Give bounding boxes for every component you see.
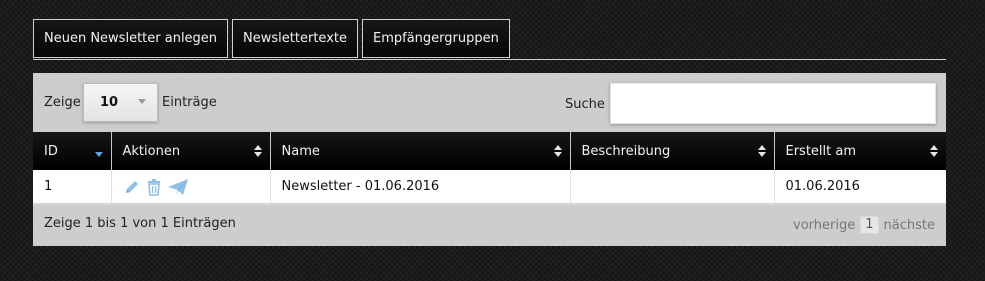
newsletter-table: ID Aktionen Name Beschreibung Erstellt a…	[33, 132, 946, 205]
newsletter-texts-button[interactable]: Newslettertexte	[232, 19, 358, 58]
table-row: 1 Newsletter - 01.06.2016 01.06.2016	[33, 170, 946, 205]
newsletter-table-panel: Zeige 10 Einträge Suche ID Aktionen Name…	[33, 73, 946, 246]
show-label: Zeige	[44, 95, 81, 110]
recipient-groups-button[interactable]: Empfängergruppen	[361, 19, 510, 58]
column-header-label: Erstellt am	[785, 143, 857, 159]
cell-name: Newsletter - 01.06.2016	[269, 170, 570, 205]
page-length-select[interactable]: 10	[83, 83, 158, 122]
column-header-label: Aktionen	[122, 143, 181, 159]
edit-icon[interactable]	[123, 178, 141, 196]
new-newsletter-button[interactable]: Neuen Newsletter anlegen	[33, 19, 229, 58]
top-toolbar: Neuen Newsletter anlegen Newslettertexte…	[33, 19, 510, 58]
table-controls: Zeige 10 Einträge Suche	[33, 73, 946, 132]
column-header-actions[interactable]: Aktionen	[110, 132, 270, 170]
next-page-link[interactable]: nächste	[884, 218, 935, 233]
previous-page-link[interactable]: vorherige	[793, 218, 855, 233]
cell-actions	[110, 170, 270, 205]
cell-id: 1	[33, 170, 111, 205]
table-footer: Zeige 1 bis 1 von 1 Einträgen vorherige …	[33, 205, 946, 243]
column-header-id[interactable]: ID	[33, 132, 111, 170]
column-header-name[interactable]: Name	[269, 132, 570, 170]
page-length-value: 10	[100, 95, 119, 110]
trash-icon[interactable]	[145, 178, 163, 196]
sort-icon	[930, 145, 938, 157]
search-input[interactable]	[610, 83, 936, 124]
sort-icon	[553, 145, 562, 157]
table-header-row: ID Aktionen Name Beschreibung Erstellt a…	[33, 132, 946, 170]
chevron-down-icon	[138, 99, 146, 104]
send-icon[interactable]	[167, 178, 189, 196]
column-header-description[interactable]: Beschreibung	[569, 132, 774, 170]
column-header-label: Beschreibung	[581, 143, 671, 159]
table-info: Zeige 1 bis 1 von 1 Einträgen	[44, 216, 236, 231]
toolbar-divider	[33, 59, 946, 60]
column-header-label: ID	[44, 143, 58, 159]
cell-created: 01.06.2016	[773, 170, 946, 205]
page-number-button[interactable]: 1	[860, 216, 879, 234]
sort-descending-icon	[94, 145, 103, 157]
search-label: Suche	[565, 97, 605, 112]
column-header-created[interactable]: Erstellt am	[773, 132, 946, 170]
action-icons	[123, 178, 259, 196]
column-header-label: Name	[281, 143, 320, 159]
sort-icon	[757, 145, 766, 157]
cell-description	[569, 170, 774, 205]
entries-label: Einträge	[162, 95, 217, 110]
sort-icon	[253, 145, 262, 157]
pagination: vorherige 1 nächste	[793, 216, 935, 234]
